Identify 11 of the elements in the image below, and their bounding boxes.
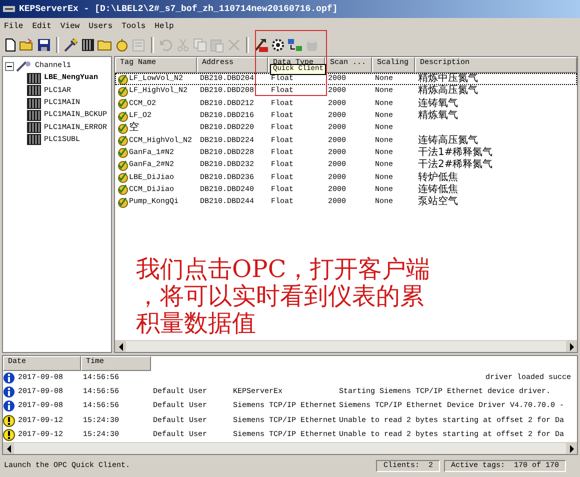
window-title: KEPServerEx - [D:\LBEL2\2#_s7_bof_zh_110714new20160716.opf]: [19, 4, 338, 14]
table-cell-text: 泵站空气: [417, 196, 459, 208]
table-cell-text: 精炼氧气: [417, 110, 459, 122]
table-cell-text: 连铸氧气: [417, 98, 459, 110]
table-cell-text: 干法1#稀释氮气: [417, 146, 494, 158]
table-cell-text: 转炉低焦: [417, 172, 459, 184]
table-cell-text: 干法2#稀释氮气: [417, 159, 494, 172]
table-cell-text: 连铸高压氮气: [417, 134, 479, 146]
table-cell-text: 连铸低焦: [417, 184, 459, 196]
tag-name: 空: [129, 122, 139, 134]
table-cell-text: 精炼高压氮气: [417, 85, 479, 98]
